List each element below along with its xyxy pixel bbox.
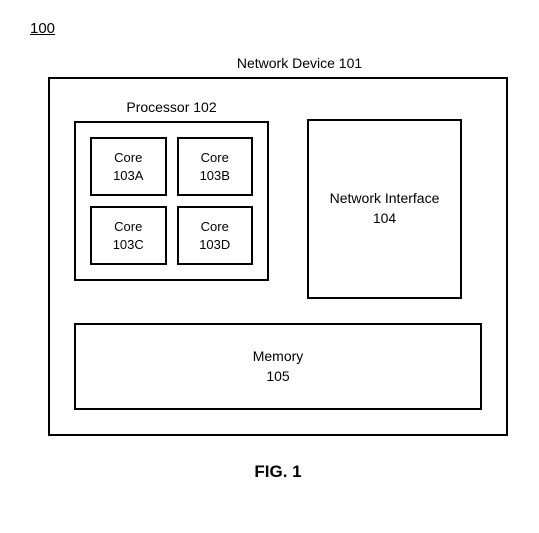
figure-caption: FIG. 1 xyxy=(48,462,508,482)
network-interface-box: Network Interface 104 xyxy=(307,119,462,299)
core-name: Core xyxy=(201,219,229,234)
processor-label: Processor 102 xyxy=(74,99,269,115)
network-device-box: Processor 102 Core 103A Core 103B Core 1… xyxy=(48,77,508,436)
core-name: Core xyxy=(114,219,142,234)
core-id: 103D xyxy=(199,237,230,252)
core-box: Core 103C xyxy=(90,206,167,265)
core-id: 103B xyxy=(200,168,230,183)
core-id: 103A xyxy=(113,168,143,183)
network-interface-id: 104 xyxy=(373,209,396,229)
core-box: Core 103B xyxy=(177,137,254,196)
memory-box: Memory 105 xyxy=(74,323,482,410)
network-interface-name: Network Interface xyxy=(330,189,440,209)
memory-id: 105 xyxy=(266,368,289,384)
core-box: Core 103D xyxy=(177,206,254,265)
memory-name: Memory xyxy=(253,348,304,364)
core-name: Core xyxy=(114,150,142,165)
top-row: Processor 102 Core 103A Core 103B Core 1… xyxy=(74,99,482,299)
core-name: Core xyxy=(201,150,229,165)
core-box: Core 103A xyxy=(90,137,167,196)
core-grid: Core 103A Core 103B Core 103C Core 103D xyxy=(90,137,253,265)
processor-section: Processor 102 Core 103A Core 103B Core 1… xyxy=(74,99,269,281)
processor-box: Core 103A Core 103B Core 103C Core 103D xyxy=(74,121,269,281)
network-device-label: Network Device 101 xyxy=(90,55,509,71)
core-id: 103C xyxy=(113,237,144,252)
figure-reference-number: 100 xyxy=(30,20,509,37)
